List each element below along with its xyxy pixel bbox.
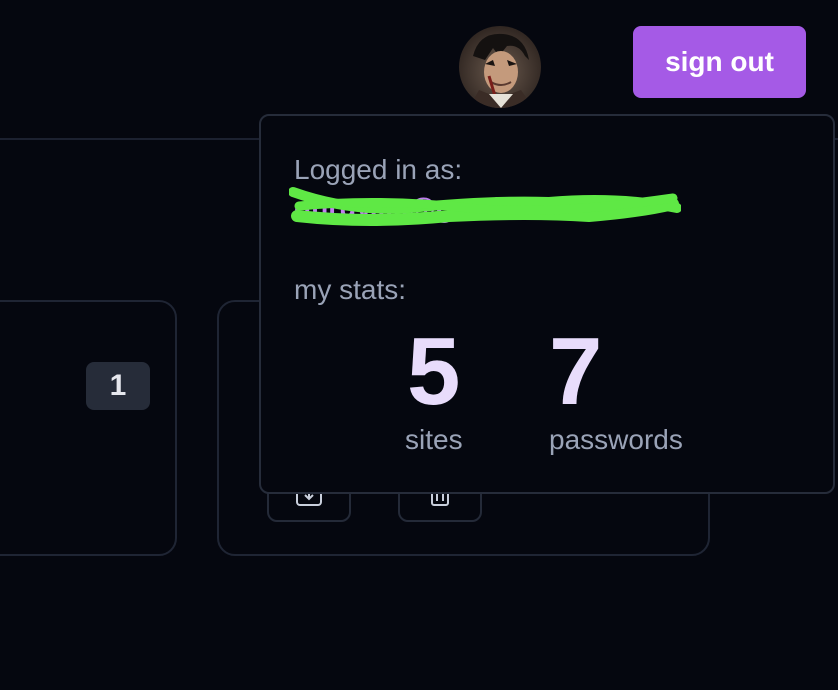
redaction-scribble: [289, 187, 681, 226]
sites-label: sites: [405, 424, 463, 455]
sites-count: 5: [407, 318, 461, 425]
passwords-count: 7: [549, 318, 603, 425]
logged-in-label: Logged in as:: [294, 154, 463, 185]
stats-label: my stats:: [294, 274, 407, 305]
app-stage: sign out 1 Logged in as: dhruv.....@gmai…: [0, 0, 838, 690]
passwords-label: passwords: [549, 424, 683, 455]
password-count-badge: 1: [86, 362, 150, 410]
user-avatar-icon: [459, 26, 541, 108]
sign-out-button[interactable]: sign out: [633, 26, 806, 98]
profile-popover: Logged in as: dhruv.....@gmail.com my st…: [259, 114, 835, 494]
site-card: [0, 300, 177, 556]
user-avatar[interactable]: [459, 26, 541, 108]
